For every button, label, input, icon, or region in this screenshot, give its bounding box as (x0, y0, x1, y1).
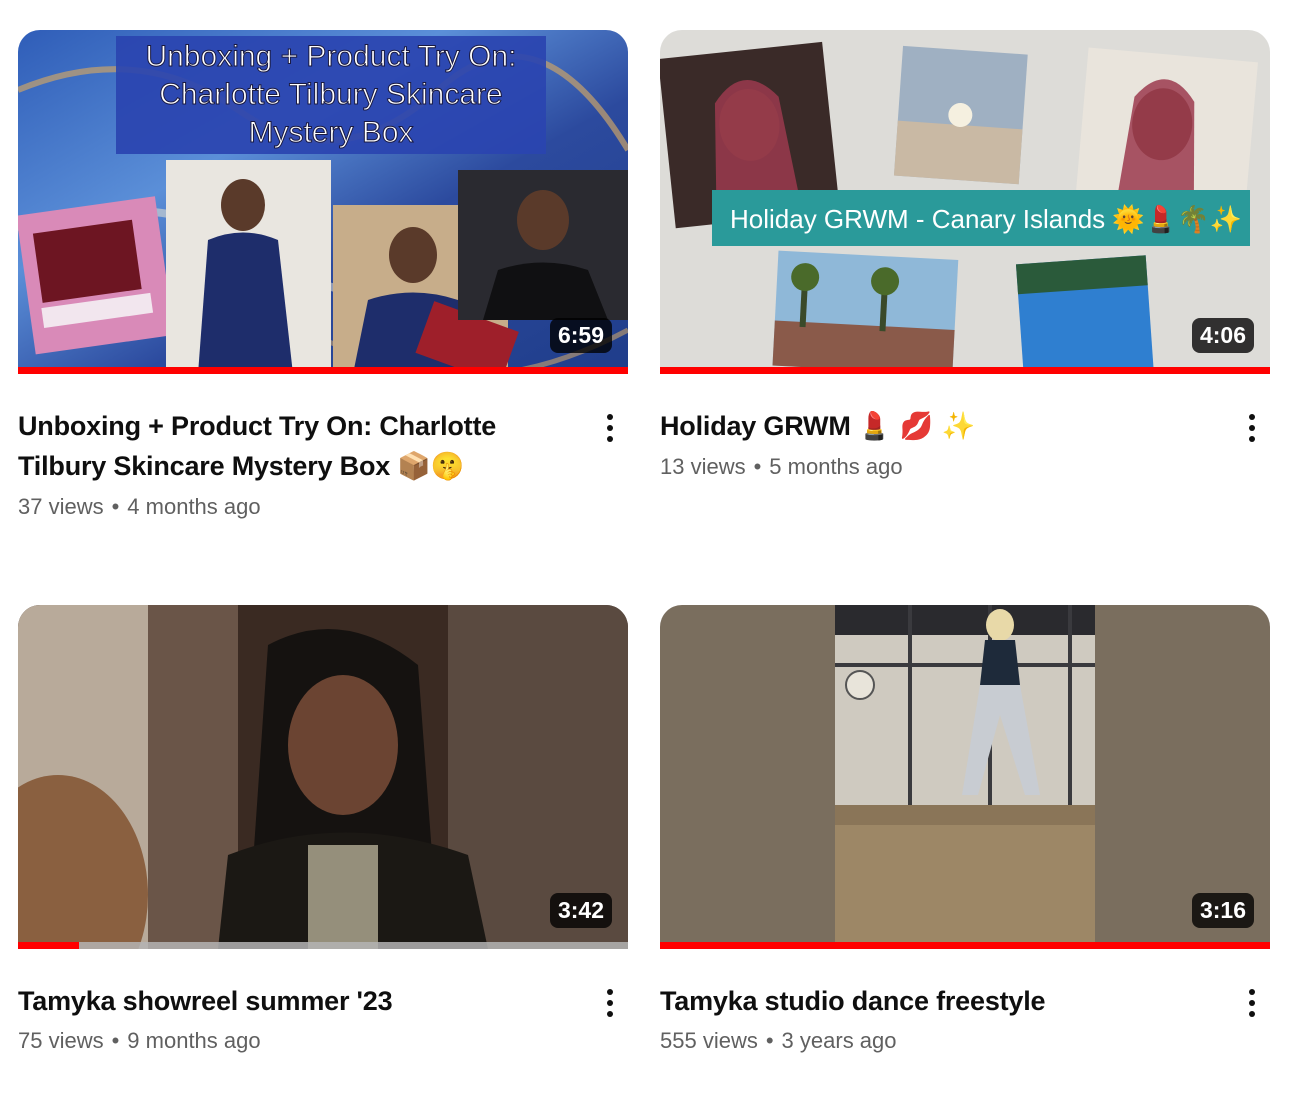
watch-progress-fill (18, 942, 79, 949)
duration-badge: 6:59 (549, 318, 612, 353)
upload-age: 3 years ago (781, 1028, 897, 1053)
video-title[interactable]: Holiday GRWM 💄 💋 ✨ (660, 406, 1214, 447)
video-stats: 75 views • 9 months ago (18, 1025, 572, 1057)
thumbnail-text: Unboxing + Product Try On: (145, 40, 516, 73)
video-title[interactable]: Unboxing + Product Try On: Charlotte Til… (18, 406, 572, 487)
watch-progress-bar (660, 367, 1270, 374)
title-emoji: 📦🤫 (397, 451, 465, 482)
upload-age: 5 months ago (769, 454, 903, 479)
separator-dot: • (111, 494, 120, 519)
upload-age: 9 months ago (127, 1028, 261, 1053)
thumbnail-image: Holiday GRWM - Canary Islands 🌞💄🌴✨ (660, 30, 1270, 374)
view-count: 37 views (18, 494, 104, 519)
video-details: Holiday GRWM 💄 💋 ✨ 13 views • 5 months ago (660, 406, 1270, 483)
video-stats: 13 views • 5 months ago (660, 451, 1214, 483)
view-count: 75 views (18, 1028, 104, 1053)
watch-progress-bar (660, 942, 1270, 949)
video-details: Unboxing + Product Try On: Charlotte Til… (18, 406, 628, 523)
separator-dot: • (753, 454, 762, 479)
separator-dot: • (765, 1028, 774, 1053)
thumbnail-text: Charlotte Tilbury Skincare (159, 78, 502, 111)
video-thumbnail[interactable]: Holiday GRWM - Canary Islands 🌞💄🌴✨ 4:06 (660, 30, 1270, 374)
title-emoji: 💄 💋 ✨ (857, 411, 975, 442)
watch-progress-bar (18, 942, 628, 949)
video-details: Tamyka studio dance freestyle 555 views •… (660, 981, 1270, 1057)
duration-badge: 3:16 (1191, 893, 1254, 928)
watch-progress-fill (18, 367, 628, 374)
more-vert-icon[interactable] (596, 408, 624, 448)
upload-age: 4 months ago (127, 494, 261, 519)
video-details: Tamyka showreel summer '23 75 views • 9 mo… (18, 981, 628, 1057)
video-card[interactable]: 3:42 Tamyka showreel summer '23 75 views… (18, 605, 628, 1057)
video-title-text: Holiday GRWM (660, 411, 851, 441)
video-thumbnail[interactable]: 3:42 (18, 605, 628, 949)
video-title[interactable]: Tamyka studio dance freestyle (660, 981, 1214, 1021)
video-thumbnail[interactable]: 3:16 (660, 605, 1270, 949)
thumbnail-image: Unboxing + Product Try On: Charlotte Til… (18, 30, 628, 374)
thumbnail-image (18, 605, 628, 949)
view-count: 555 views (660, 1028, 758, 1053)
video-card[interactable]: Unboxing + Product Try On: Charlotte Til… (18, 30, 628, 523)
video-stats: 37 views • 4 months ago (18, 491, 572, 523)
view-count: 13 views (660, 454, 746, 479)
duration-badge: 3:42 (549, 893, 612, 928)
watch-progress-fill (660, 367, 1270, 374)
watch-progress-bar (18, 367, 628, 374)
video-card[interactable]: Holiday GRWM - Canary Islands 🌞💄🌴✨ 4:06 … (660, 30, 1270, 483)
more-vert-icon[interactable] (1238, 983, 1266, 1023)
video-card[interactable]: 3:16 Tamyka studio dance freestyle 555 v… (660, 605, 1270, 1057)
video-thumbnail[interactable]: Unboxing + Product Try On: Charlotte Til… (18, 30, 628, 374)
thumbnail-text: Mystery Box (248, 116, 413, 149)
more-vert-icon[interactable] (596, 983, 624, 1023)
watch-progress-fill (660, 942, 1270, 949)
separator-dot: • (111, 1028, 120, 1053)
more-vert-icon[interactable] (1238, 408, 1266, 448)
thumbnail-image (660, 605, 1270, 949)
video-stats: 555 views • 3 years ago (660, 1025, 1214, 1057)
thumbnail-text: Holiday GRWM - Canary Islands 🌞💄🌴✨ (730, 203, 1242, 235)
duration-badge: 4:06 (1191, 318, 1254, 353)
video-title[interactable]: Tamyka showreel summer '23 (18, 981, 572, 1021)
